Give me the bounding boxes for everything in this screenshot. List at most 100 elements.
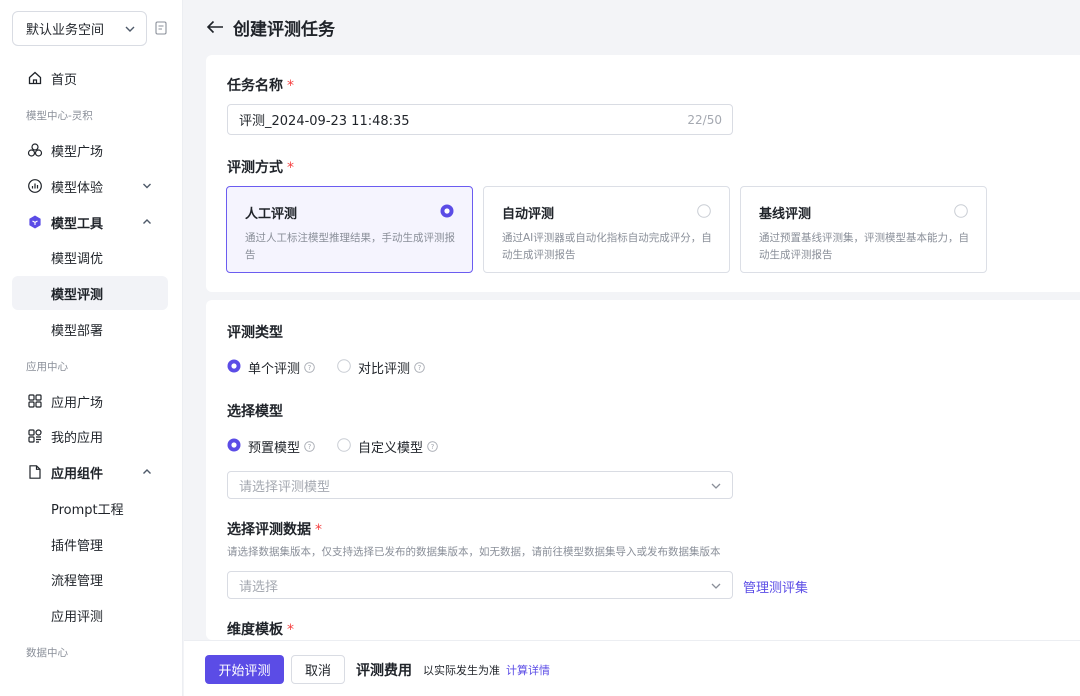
svg-text:?: ? (431, 443, 435, 451)
sidebar-item-label: 模型评测 (51, 287, 104, 303)
method-label: 评测方式 * (227, 160, 294, 176)
sidebar-item-label: 应用评测 (51, 609, 104, 625)
help-icon[interactable]: ? (304, 441, 315, 452)
footer-bar: 开始评测 取消 评测费用 以实际发生为准 计算详情 (184, 640, 1080, 696)
sidebar-item-label: 我的应用 (51, 430, 104, 446)
svg-text:?: ? (418, 364, 422, 372)
sidebar-item-model-plaza[interactable]: 模型广场 (12, 133, 168, 167)
chevron-down-icon (124, 23, 136, 39)
radio-custom-model[interactable]: 自定义模型 ? (337, 437, 438, 456)
section-data-center: 数据中心 (26, 647, 68, 659)
dataset-label: 选择评测数据 * (227, 522, 322, 538)
file-icon (26, 463, 44, 481)
config-card: 评测类型 单个评测 ? 对比评测 ? 选择模型 预置模型 ? 自定义模型 ? 请… (206, 300, 1080, 640)
model-select[interactable]: 请选择评测模型 (227, 471, 733, 499)
fee-note: 以实际发生为准 (423, 664, 500, 677)
chevron-up-icon (142, 216, 152, 231)
sidebar-item-label: 模型体验 (51, 180, 104, 196)
radio-unchecked-icon[interactable] (697, 204, 711, 222)
radio-unchecked-icon (337, 358, 351, 377)
sidebar-item-app-eval[interactable]: 应用评测 (12, 598, 168, 632)
cluster-icon (26, 141, 44, 159)
grid-icon (26, 392, 44, 410)
basic-info-card: 任务名称 * 评测_2024-09-23 11:48:35 22/50 评测方式 *… (206, 55, 1080, 292)
task-name-label: 任务名称 * (227, 78, 294, 94)
method-desc: 通过人工标注模型推理结果，手动生成评测报告 (245, 232, 455, 261)
sidebar-item-model-deploy[interactable]: 模型部署 (12, 312, 168, 346)
radio-unchecked-icon[interactable] (954, 204, 968, 222)
method-desc: 通过AI评测器或自动化指标自动完成评分，自动生成评测报告 (502, 232, 712, 261)
dataset-select[interactable]: 请选择 (227, 571, 733, 599)
radio-label: 预置模型 (248, 441, 301, 456)
page-title: 创建评测任务 (233, 19, 335, 40)
fee-detail-link[interactable]: 计算详情 (506, 662, 550, 678)
sidebar-item-model-tools[interactable]: 模型工具 (12, 205, 168, 239)
sidebar-item-model-eval[interactable]: 模型评测 (12, 276, 168, 310)
task-name-label-text: 任务名称 (227, 78, 283, 94)
help-icon[interactable]: ? (427, 441, 438, 452)
dataset-hint: 请选择数据集版本，仅支持选择已发布的数据集版本，如无数据，请前往模型数据集导入或… (227, 546, 721, 558)
method-title: 人工评测 (245, 207, 298, 222)
sidebar-item-label: 应用广场 (51, 395, 104, 411)
sidebar-item-my-apps[interactable]: 我的应用 (12, 419, 168, 453)
svg-text:?: ? (308, 364, 312, 372)
radio-checked-icon (227, 359, 241, 377)
hexagon-icon (26, 213, 44, 231)
method-title: 基线评测 (759, 207, 812, 222)
sidebar-item-label: 模型调优 (51, 251, 104, 267)
chevron-up-icon (142, 466, 152, 481)
start-eval-button[interactable]: 开始评测 (205, 655, 284, 684)
sidebar-item-app-plaza[interactable]: 应用广场 (12, 384, 168, 418)
section-model-center: 模型中心-灵积 (26, 110, 93, 122)
sidebar: 默认业务空间 首页 模型中心-灵积 模型广场 模型体验 模型工具 模型调优 模型… (0, 0, 183, 696)
help-icon[interactable]: ? (304, 362, 315, 373)
home-icon (26, 69, 44, 87)
sidebar-item-label: 模型工具 (51, 216, 104, 232)
dimension-label-text: 维度模板 (227, 622, 283, 638)
sidebar-item-prompt-eng[interactable]: Prompt工程 (12, 491, 168, 525)
task-name-input[interactable]: 评测_2024-09-23 11:48:35 22/50 (227, 104, 733, 135)
help-icon[interactable]: ? (414, 362, 425, 373)
svg-text:?: ? (308, 443, 312, 451)
task-name-value: 评测_2024-09-23 11:48:35 (239, 114, 410, 129)
cancel-button[interactable]: 取消 (291, 655, 345, 684)
radio-preset-model[interactable]: 预置模型 ? (227, 437, 315, 456)
section-app-center: 应用中心 (26, 361, 68, 373)
page-header: 创建评测任务 (184, 0, 1080, 54)
sidebar-item-label: 模型部署 (51, 323, 104, 339)
sidebar-item-label: 模型广场 (51, 144, 104, 160)
sidebar-item-home[interactable]: 首页 (12, 61, 168, 95)
sidebar-item-flow-mgmt[interactable]: 流程管理 (12, 562, 168, 596)
radio-unchecked-icon (337, 437, 351, 456)
chart-circle-icon (26, 177, 44, 195)
eval-type-radio-group: 单个评测 ? 对比评测 ? (227, 358, 447, 377)
radio-checked-icon (227, 438, 241, 456)
method-title: 自动评测 (502, 207, 555, 222)
method-label-text: 评测方式 (227, 160, 283, 176)
model-radio-group: 预置模型 ? 自定义模型 ? (227, 437, 460, 456)
radio-single-eval[interactable]: 单个评测 ? (227, 358, 315, 377)
workspace-select[interactable]: 默认业务空间 (12, 11, 147, 46)
radio-label: 自定义模型 (358, 441, 424, 456)
chevron-down-icon (142, 180, 152, 195)
sidebar-item-app-components[interactable]: 应用组件 (12, 455, 168, 489)
sidebar-item-model-tuning[interactable]: 模型调优 (12, 240, 168, 274)
sidebar-item-plugin-mgmt[interactable]: 插件管理 (12, 527, 168, 561)
chevron-down-icon (710, 480, 722, 496)
sidebar-item-model-experience[interactable]: 模型体验 (12, 169, 168, 203)
sidebar-item-label: 应用组件 (51, 466, 104, 482)
method-card-baseline[interactable]: 基线评测 通过预置基线评测集，评测模型基本能力，自动生成评测报告 (740, 186, 987, 273)
document-icon[interactable] (155, 21, 167, 39)
radio-checked-icon[interactable] (440, 204, 454, 222)
char-count: 22/50 (687, 112, 722, 127)
method-card-manual[interactable]: 人工评测 通过人工标注模型推理结果，手动生成评测报告 (226, 186, 473, 273)
method-card-auto[interactable]: 自动评测 通过AI评测器或自动化指标自动完成评分，自动生成评测报告 (483, 186, 730, 273)
dimension-template-label: 维度模板 * (227, 622, 294, 638)
apps-icon (26, 427, 44, 445)
eval-type-label: 评测类型 (227, 325, 283, 341)
manage-eval-set-link[interactable]: 管理测评集 (743, 577, 808, 596)
arrow-left-icon[interactable] (206, 20, 224, 34)
sidebar-item-label: 首页 (51, 72, 78, 88)
dataset-label-text: 选择评测数据 (227, 522, 311, 538)
radio-compare-eval[interactable]: 对比评测 ? (337, 358, 425, 377)
